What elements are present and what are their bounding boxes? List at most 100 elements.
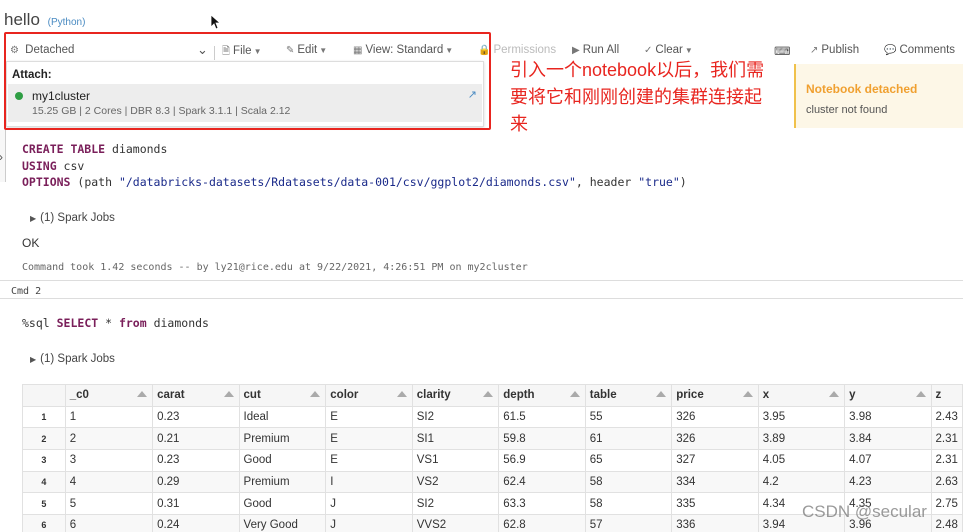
code-text: (path [70,175,119,189]
table-cell: 2.75 [930,492,963,516]
table-cell: 326 [671,427,759,451]
table-cell: 62.8 [498,514,586,532]
mouse-cursor-icon [210,14,220,30]
sort-icon[interactable] [396,391,407,397]
table-cell: 61.5 [498,405,586,429]
clear-menu[interactable]: ✓ Clear ▼ [644,44,693,56]
table-cell: 0.31 [152,492,240,516]
column-header-label: carat [157,389,185,402]
table-cell: 2.63 [930,470,963,494]
column-header[interactable]: color [325,384,413,407]
table-cell: 4.23 [844,470,932,494]
keyword: OPTIONS [22,175,71,189]
caret-down-icon: ▼ [684,46,693,55]
sort-icon[interactable] [569,391,580,397]
sort-icon[interactable] [137,391,148,397]
column-header[interactable]: price [671,384,759,407]
table-cell: 57 [584,514,673,532]
column-header-label: clarity [416,389,451,402]
sort-icon[interactable] [310,391,321,397]
table-cell: J [325,514,413,532]
table-row: 4 4 0.29 Premium I VS2 62.4 58 334 4.2 4.23 2.63 [22,470,963,494]
table-cell: 2.43 [930,405,963,429]
table-cell: 0.21 [152,427,240,451]
keyboard-icon[interactable]: ⌨ [774,44,791,58]
table-cell: 0.24 [152,514,240,532]
cell-result: OK [22,236,40,250]
row-index: 2 [22,427,66,451]
table-cell: 3 [64,449,154,472]
table-cell: 4.2 [757,470,846,494]
column-header[interactable]: carat [152,384,240,407]
table-header-index [22,384,66,407]
column-header[interactable]: table [584,384,673,407]
sort-icon[interactable] [223,391,234,397]
table-cell: SI1 [411,427,500,451]
column-header[interactable]: depth [498,384,586,407]
keyword: CREATE TABLE [22,142,106,156]
eraser-icon: ✓ [644,45,653,56]
table-cell: 2.31 [930,427,963,451]
table-cell: VVS2 [411,514,500,532]
play-icon: ▶ [572,45,580,56]
table-cell: VS2 [411,470,500,494]
table-cell: 2.48 [930,514,963,532]
code-text: ) [679,175,687,189]
table-cell: 0.29 [152,470,240,494]
watermark: CSDN @secular [802,502,927,521]
highlight-box [4,32,491,130]
table-cell: 326 [671,405,759,429]
spark-jobs-label: (1) Spark Jobs [40,353,115,365]
table-cell: Premium [238,470,327,494]
notebook-name[interactable]: hello [4,10,40,29]
code-line-2[interactable]: USING csv [22,158,84,175]
share-icon: ↗ [810,45,819,56]
sort-icon[interactable] [656,391,667,397]
spark-jobs-toggle[interactable]: ▶ (1) Spark Jobs [30,212,115,224]
command-time: Command took 1.42 seconds -- by ly21@ric… [22,262,528,273]
chevron-right-icon[interactable]: › [0,150,3,164]
sort-icon[interactable] [742,391,753,397]
table-row: 3 3 0.23 Good E VS1 56.9 65 327 4.05 4.07 2.31 [22,449,963,472]
comments-button[interactable]: 💬 Comments [884,44,955,56]
keyword: SELECT [56,316,99,330]
run-all-button[interactable]: ▶ Run All [572,44,619,56]
column-header[interactable]: x [757,384,846,407]
column-header-label: _c0 [69,389,89,402]
cmd-label: Cmd 2 [11,286,42,297]
caret-right-icon: ▶ [30,214,37,223]
run-all-label: Run All [582,44,620,56]
table-cell: Ideal [238,405,327,429]
table-cell: 336 [671,514,759,532]
row-index: 1 [22,405,66,429]
publish-button[interactable]: ↗ Publish [810,44,859,56]
table-cell: SI2 [411,492,500,516]
column-header[interactable]: y [844,384,932,407]
table-cell: 58 [584,492,673,516]
table-cell: 56.9 [498,449,586,472]
caret-right-icon: ▶ [30,355,37,364]
column-header[interactable]: cut [238,384,327,407]
code-line-sql[interactable]: %sql SELECT * from diamonds [22,315,209,332]
table-cell: 0.23 [152,449,240,472]
cell-divider [0,280,963,281]
column-header[interactable]: _c0 [64,384,154,407]
row-index: 4 [22,470,66,494]
row-index: 3 [22,449,66,472]
table-cell: 4.07 [844,449,932,472]
column-header-label: x [762,389,770,402]
sort-icon[interactable] [483,391,494,397]
column-header[interactable]: z [930,384,963,407]
code-line-1[interactable]: CREATE TABLE diamonds [22,141,167,158]
sort-icon[interactable] [915,391,926,397]
spark-jobs-toggle[interactable]: ▶ (1) Spark Jobs [30,353,115,365]
code-text: csv [56,158,85,173]
table-row: 2 2 0.21 Premium E SI1 59.8 61 326 3.89 3.84 2.31 [22,427,963,451]
table-cell: SI2 [411,405,500,429]
table-cell: 2 [64,427,154,451]
column-header-label: price [676,389,704,402]
sort-icon[interactable] [829,391,840,397]
column-header[interactable]: clarity [411,384,500,407]
notebook-title[interactable]: hello (Python) [4,10,85,30]
code-line-3[interactable]: OPTIONS (path "/databricks-datasets/Rdat… [22,174,687,191]
